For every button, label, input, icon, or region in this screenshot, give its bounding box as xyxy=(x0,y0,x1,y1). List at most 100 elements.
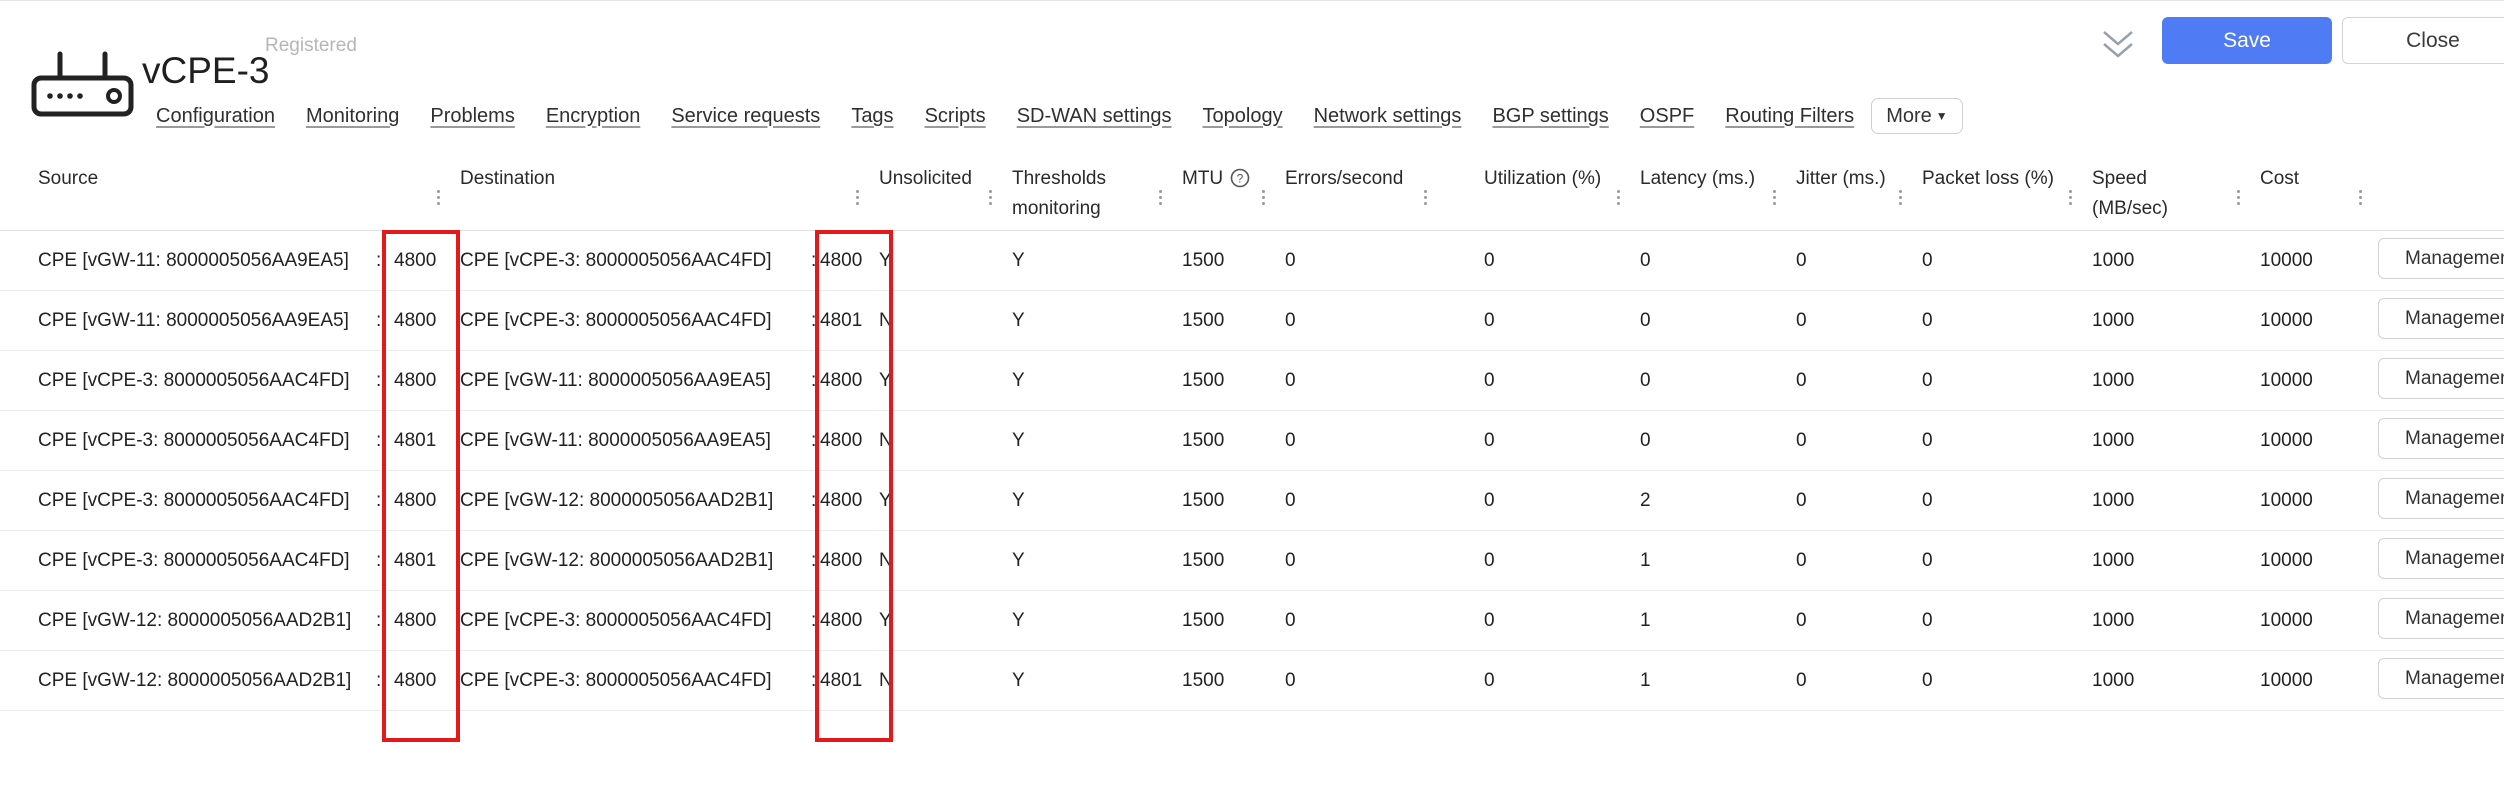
latency-cell: 0 xyxy=(1640,250,1651,271)
tab-service-requests[interactable]: Service requests xyxy=(671,105,820,128)
column-resize-handle[interactable] xyxy=(1617,190,1621,208)
col-mtu[interactable]: MTU ? xyxy=(1182,164,1250,194)
col-utilization[interactable]: Utilization (%) xyxy=(1484,164,1601,194)
table-row[interactable]: CPE [vCPE-3: 8000005056AAC4FD] 4800 CPE [v… xyxy=(0,351,2504,411)
table-row[interactable]: CPE [vCPE-3: 8000005056AAC4FD] 4800 CPE [v… xyxy=(0,471,2504,531)
thresholds-cell: Y xyxy=(1012,310,1025,331)
column-resize-handle[interactable] xyxy=(2069,190,2073,208)
table-row[interactable]: CPE [vGW-11: 8000005056AA9EA5] 4800 CPE [v… xyxy=(0,231,2504,291)
packet-loss-cell: 0 xyxy=(1922,430,1933,451)
latency-cell: 1 xyxy=(1640,610,1651,631)
col-jitter[interactable]: Jitter (ms.) xyxy=(1796,164,1886,194)
source-cell: CPE [vCPE-3: 8000005056AAC4FD] xyxy=(38,430,350,451)
tab-tags[interactable]: Tags xyxy=(851,105,893,128)
col-thresholds-line1: Thresholds xyxy=(1012,168,1106,189)
errors-cell: 0 xyxy=(1285,250,1296,271)
router-icon xyxy=(31,51,134,117)
errors-cell: 0 xyxy=(1285,370,1296,391)
utilization-cell: 0 xyxy=(1484,550,1495,571)
double-chevron-down-icon[interactable] xyxy=(2098,24,2138,62)
tab-network-settings[interactable]: Network settings xyxy=(1314,105,1462,128)
column-resize-handle[interactable] xyxy=(1899,190,1903,208)
table-row[interactable]: CPE [vCPE-3: 8000005056AAC4FD] 4801 CPE [v… xyxy=(0,531,2504,591)
highlight-source-port-box xyxy=(382,230,460,742)
column-resize-handle[interactable] xyxy=(1424,190,1428,208)
speed-cell: 1000 xyxy=(2092,430,2135,451)
table-row[interactable]: CPE [vGW-12: 8000005056AAD2B1] 4800 CPE [v… xyxy=(0,591,2504,651)
speed-cell: 1000 xyxy=(2092,610,2135,631)
tab-bgp-settings[interactable]: BGP settings xyxy=(1492,105,1608,128)
col-cost[interactable]: Cost xyxy=(2260,164,2299,194)
source-cell: CPE [vCPE-3: 8000005056AAC4FD] xyxy=(38,370,350,391)
source-cell: CPE [vGW-12: 8000005056AAD2B1] xyxy=(38,670,352,691)
table-row[interactable]: CPE [vGW-11: 8000005056AA9EA5] 4800 CPE [v… xyxy=(0,291,2504,351)
thresholds-cell: Y xyxy=(1012,370,1025,391)
column-resize-handle[interactable] xyxy=(1262,190,1266,208)
jitter-cell: 0 xyxy=(1796,490,1807,511)
jitter-cell: 0 xyxy=(1796,310,1807,331)
packet-loss-cell: 0 xyxy=(1922,310,1933,331)
column-resize-handle[interactable] xyxy=(989,190,993,208)
source-cell: CPE [vCPE-3: 8000005056AAC4FD] xyxy=(38,550,350,571)
tab-encryption[interactable]: Encryption xyxy=(546,105,641,128)
management-button[interactable]: Management xyxy=(2378,298,2504,339)
destination-cell: CPE [vCPE-3: 8000005056AAC4FD] xyxy=(460,250,772,271)
tab-configuration[interactable]: Configuration xyxy=(156,105,275,128)
column-resize-handle[interactable] xyxy=(856,190,860,208)
cost-cell: 10000 xyxy=(2260,430,2313,451)
save-button[interactable]: Save xyxy=(2162,17,2332,64)
table-row[interactable]: CPE [vGW-12: 8000005056AAD2B1] 4800 CPE [v… xyxy=(0,651,2504,711)
utilization-cell: 0 xyxy=(1484,670,1495,691)
col-speed[interactable]: Speed (MB/sec) xyxy=(2092,164,2168,224)
packet-loss-cell: 0 xyxy=(1922,250,1933,271)
table-row[interactable]: CPE [vCPE-3: 8000005056AAC4FD] 4801 CPE [v… xyxy=(0,411,2504,471)
management-button[interactable]: Management xyxy=(2378,658,2504,699)
management-button[interactable]: Management xyxy=(2378,358,2504,399)
col-thresholds-monitoring[interactable]: Thresholds monitoring xyxy=(1012,164,1106,224)
column-resize-handle[interactable] xyxy=(1159,190,1163,208)
speed-cell: 1000 xyxy=(2092,550,2135,571)
tab-topology[interactable]: Topology xyxy=(1203,105,1283,128)
tab-monitoring[interactable]: Monitoring xyxy=(306,105,399,128)
col-errors[interactable]: Errors/second xyxy=(1285,164,1403,194)
tab-ospf[interactable]: OSPF xyxy=(1640,105,1694,128)
source-cell: CPE [vGW-12: 8000005056AAD2B1] xyxy=(38,610,352,631)
destination-cell: CPE [vGW-12: 8000005056AAD2B1] xyxy=(460,490,774,511)
speed-cell: 1000 xyxy=(2092,250,2135,271)
errors-cell: 0 xyxy=(1285,310,1296,331)
status-label: Registered xyxy=(265,35,357,56)
column-resize-handle[interactable] xyxy=(437,190,441,208)
col-destination[interactable]: Destination xyxy=(460,164,555,194)
col-unsolicited[interactable]: Unsolicited xyxy=(879,164,972,194)
thresholds-cell: Y xyxy=(1012,250,1025,271)
management-button[interactable]: Management xyxy=(2378,238,2504,279)
management-button[interactable]: Management xyxy=(2378,418,2504,459)
col-latency[interactable]: Latency (ms.) xyxy=(1640,164,1755,194)
mtu-cell: 1500 xyxy=(1182,310,1225,331)
cost-cell: 10000 xyxy=(2260,310,2313,331)
tab-sd-wan-settings[interactable]: SD-WAN settings xyxy=(1017,105,1172,128)
thresholds-cell: Y xyxy=(1012,550,1025,571)
column-resize-handle[interactable] xyxy=(2359,190,2363,208)
management-button[interactable]: Management xyxy=(2378,478,2504,519)
tab-routing-filters[interactable]: Routing Filters xyxy=(1725,105,1854,128)
highlight-destination-port-box xyxy=(815,230,893,742)
column-resize-handle[interactable] xyxy=(2237,190,2241,208)
mtu-cell: 1500 xyxy=(1182,550,1225,571)
tab-bar: Configuration Monitoring Problems Encryp… xyxy=(156,98,1963,134)
management-button[interactable]: Management xyxy=(2378,598,2504,639)
speed-cell: 1000 xyxy=(2092,370,2135,391)
tab-scripts[interactable]: Scripts xyxy=(925,105,986,128)
col-packet-loss[interactable]: Packet loss (%) xyxy=(1922,164,2054,194)
col-source[interactable]: Source xyxy=(38,164,98,194)
tab-problems[interactable]: Problems xyxy=(430,105,514,128)
page-title: vCPE-3 xyxy=(142,50,270,91)
close-button[interactable]: Close xyxy=(2342,17,2504,64)
latency-cell: 0 xyxy=(1640,430,1651,451)
svg-text:?: ? xyxy=(1237,172,1244,186)
more-tabs-button[interactable]: More ▼ xyxy=(1871,98,1963,134)
col-thresholds-line2: monitoring xyxy=(1012,198,1101,219)
management-button[interactable]: Management xyxy=(2378,538,2504,579)
column-resize-handle[interactable] xyxy=(1773,190,1777,208)
help-icon[interactable]: ? xyxy=(1230,168,1250,188)
